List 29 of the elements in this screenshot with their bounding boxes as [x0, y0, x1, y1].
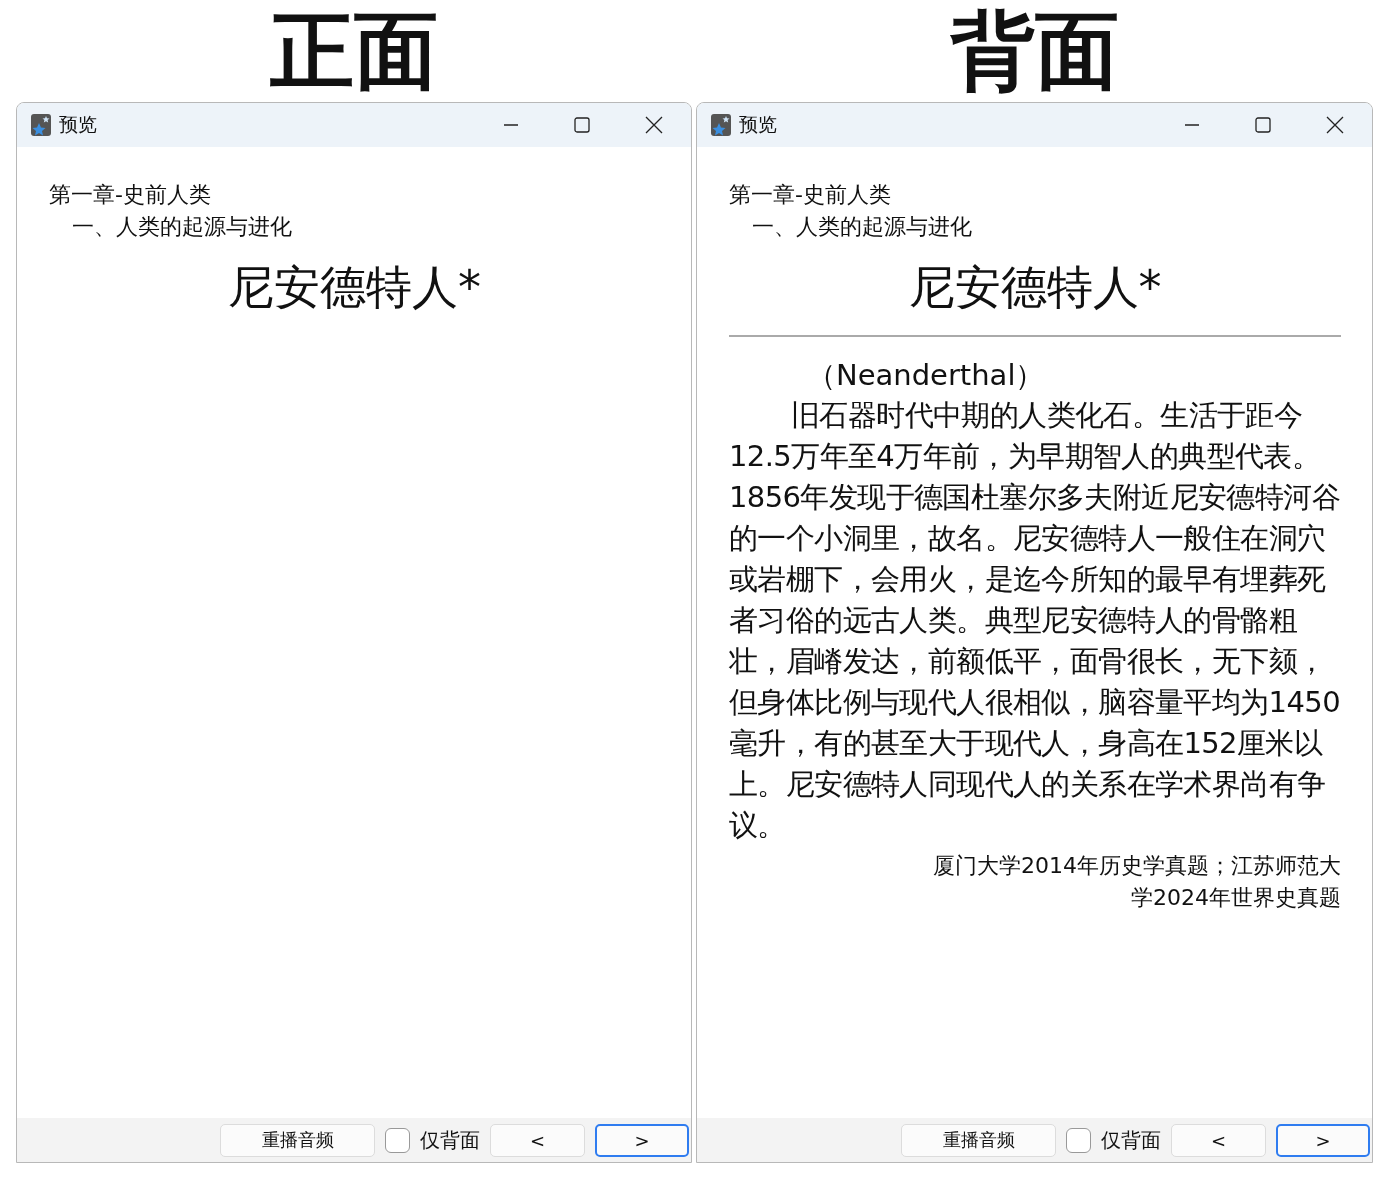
window-title: 预览 — [739, 112, 777, 137]
card-title: 尼安德特人* — [227, 259, 482, 316]
card-title: 尼安德特人* — [907, 259, 1163, 316]
maximize-icon[interactable] — [1255, 117, 1271, 133]
section-path: 一、人类的起源与进化 — [751, 213, 973, 241]
maximize-icon[interactable] — [574, 117, 590, 133]
checkbox[interactable] — [1066, 1127, 1091, 1153]
source-note: 厦门大学2014年历史学真题；江苏师范大学2024年世界史真题 — [932, 852, 1341, 912]
next-button[interactable]: > — [1276, 1123, 1370, 1157]
checkbox-label: 仅背面 — [1101, 1126, 1161, 1154]
replay-audio-button[interactable]: 重播音频 — [220, 1123, 375, 1157]
close-icon[interactable] — [1326, 116, 1344, 134]
english-name: （Neanderthal） — [806, 357, 1046, 394]
section-path: 一、人类的起源与进化 — [71, 213, 293, 241]
previous-button[interactable]: < — [1171, 1123, 1266, 1157]
checkbox-label: 仅背面 — [420, 1126, 480, 1154]
deck-path: 第一章-史前人类 — [729, 181, 892, 209]
app-icon — [711, 114, 731, 136]
previous-button[interactable]: < — [490, 1123, 585, 1157]
panel-heading: 正面 — [270, 0, 438, 102]
window-title: 预览 — [59, 112, 97, 137]
replay-audio-button[interactable]: 重播音频 — [901, 1123, 1056, 1157]
checkbox[interactable] — [385, 1127, 410, 1153]
close-icon[interactable] — [645, 116, 663, 134]
deck-path: 第一章-史前人类 — [49, 181, 212, 209]
panel-heading: 背面 — [950, 0, 1119, 102]
answer-text: 旧石器时代中期的人类化石。生活于距今12.5万年至4万年前，为早期智人的典型代表。1856年发现于德国杜塞尔多夫附近尼安德特河谷的一个小洞里，故名。尼安德特人一般住在洞穴或岩棚下，会用火，是迄今所知的最早有埋葬死者习俗的远古人类。典型尼安德特人的骨骼粗壮，眉嵴发达，前额低平，面骨很长，无下颏，但身体比例与现代人很相似，脑容量平均为1450毫升，有的甚至大于现代人，身高在152厘米以上。尼安德特人同现代人的关系在学术界尚有争议。 — [729, 397, 1341, 844]
app-icon — [31, 114, 51, 136]
next-button[interactable]: > — [595, 1123, 689, 1157]
